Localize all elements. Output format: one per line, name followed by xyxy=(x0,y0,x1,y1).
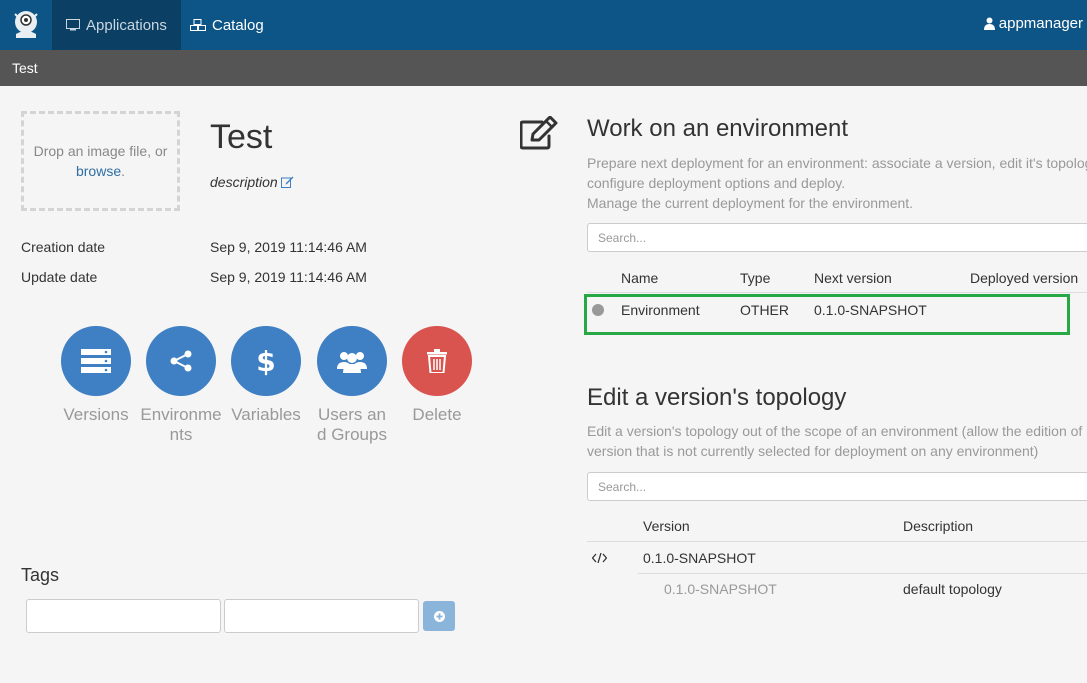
plus-circle-icon xyxy=(433,610,445,622)
nav-tab-applications[interactable]: Applications xyxy=(52,0,181,50)
table-divider xyxy=(587,292,1087,293)
user-menu[interactable]: appmanager xyxy=(983,0,1083,46)
breadcrumb-item-test[interactable]: Test xyxy=(12,60,38,76)
tag-value-input[interactable] xyxy=(224,599,419,633)
column-header-name[interactable]: Name xyxy=(621,270,658,286)
alien4cloud-logo[interactable] xyxy=(8,6,44,42)
environments-desc-line-2: configure deployment options and deploy. xyxy=(587,175,846,191)
edit-icon xyxy=(520,116,558,150)
monitor-icon xyxy=(66,19,80,31)
trash-icon xyxy=(427,349,447,373)
creation-date-label: Creation date xyxy=(21,239,106,255)
environments-desc-line-1: Prepare next deployment for an environme… xyxy=(587,155,1087,171)
environments-search-input[interactable]: Search... xyxy=(587,223,1087,252)
user-icon xyxy=(983,17,995,30)
environments-section-title: Work on an environment xyxy=(587,115,849,142)
edit-icon[interactable] xyxy=(280,176,294,188)
variables-button[interactable]: $ xyxy=(231,326,301,396)
delete-button[interactable] xyxy=(402,326,472,396)
nav-tab-catalog-label: Catalog xyxy=(212,16,264,34)
delete-label: Delete xyxy=(412,405,462,424)
browse-link[interactable]: browse xyxy=(76,163,121,179)
search-placeholder: Search... xyxy=(598,479,647,494)
update-date-value: Sep 9, 2019 11:14:46 AM xyxy=(210,269,367,285)
users-groups-label: Users and Groups xyxy=(317,405,387,444)
image-dropzone[interactable]: Drop an image file, or browse. xyxy=(21,111,180,211)
cubes-icon xyxy=(190,18,206,31)
variables-label: Variables xyxy=(231,405,301,424)
environments-button[interactable] xyxy=(146,326,216,396)
versions-label: Versions xyxy=(63,405,129,424)
svg-text:$: $ xyxy=(256,346,275,376)
nav-tab-applications-label: Applications xyxy=(86,16,167,34)
table-divider xyxy=(587,541,1087,542)
tag-key-input[interactable] xyxy=(26,599,221,633)
dollar-icon: $ xyxy=(256,346,275,376)
column-header-type[interactable]: Type xyxy=(740,270,770,286)
user-name: appmanager xyxy=(998,14,1083,32)
versions-button[interactable] xyxy=(61,326,131,396)
creation-date-value: Sep 9, 2019 11:14:46 AM xyxy=(210,239,367,255)
users-icon xyxy=(337,352,367,373)
topology-desc-line-1: Edit a version's topology out of the sco… xyxy=(587,423,1087,439)
search-placeholder: Search... xyxy=(598,230,647,245)
column-header-next-version[interactable]: Next version xyxy=(814,270,892,286)
share-icon xyxy=(170,350,192,372)
top-navbar: Applications Catalog appmanager xyxy=(0,0,1087,50)
users-groups-button[interactable] xyxy=(317,326,387,396)
topology-sub-description: default topology xyxy=(903,581,1002,597)
topology-sub-version: 0.1.0-SNAPSHOT xyxy=(664,581,777,597)
nav-tab-catalog[interactable]: Catalog xyxy=(176,0,278,50)
column-header-deployed-version[interactable]: Deployed version xyxy=(970,270,1078,286)
dropzone-period: . xyxy=(121,163,126,179)
server-icon xyxy=(81,349,111,373)
topology-section-title: Edit a version's topology xyxy=(587,384,847,411)
tags-title: Tags xyxy=(21,565,60,585)
app-title: Test xyxy=(210,118,273,156)
topology-desc-line-2: version that is not currently selected f… xyxy=(587,443,1039,459)
row-highlight-box xyxy=(584,294,1070,335)
environments-desc-line-3: Manage the current deployment for the en… xyxy=(587,195,914,211)
code-icon[interactable] xyxy=(592,553,607,563)
update-date-label: Update date xyxy=(21,269,98,285)
dropzone-text: Drop an image file, or xyxy=(33,143,168,159)
add-tag-button[interactable] xyxy=(423,601,455,631)
topology-version: 0.1.0-SNAPSHOT xyxy=(643,550,756,566)
environments-label: Environments xyxy=(140,405,222,444)
breadcrumb: Test xyxy=(0,50,1087,86)
column-header-description[interactable]: Description xyxy=(903,518,973,534)
description-text: description xyxy=(210,174,278,190)
column-header-version[interactable]: Version xyxy=(643,518,690,534)
app-description[interactable]: description xyxy=(210,174,294,190)
table-divider xyxy=(638,573,1087,574)
topology-search-input[interactable]: Search... xyxy=(587,472,1087,501)
